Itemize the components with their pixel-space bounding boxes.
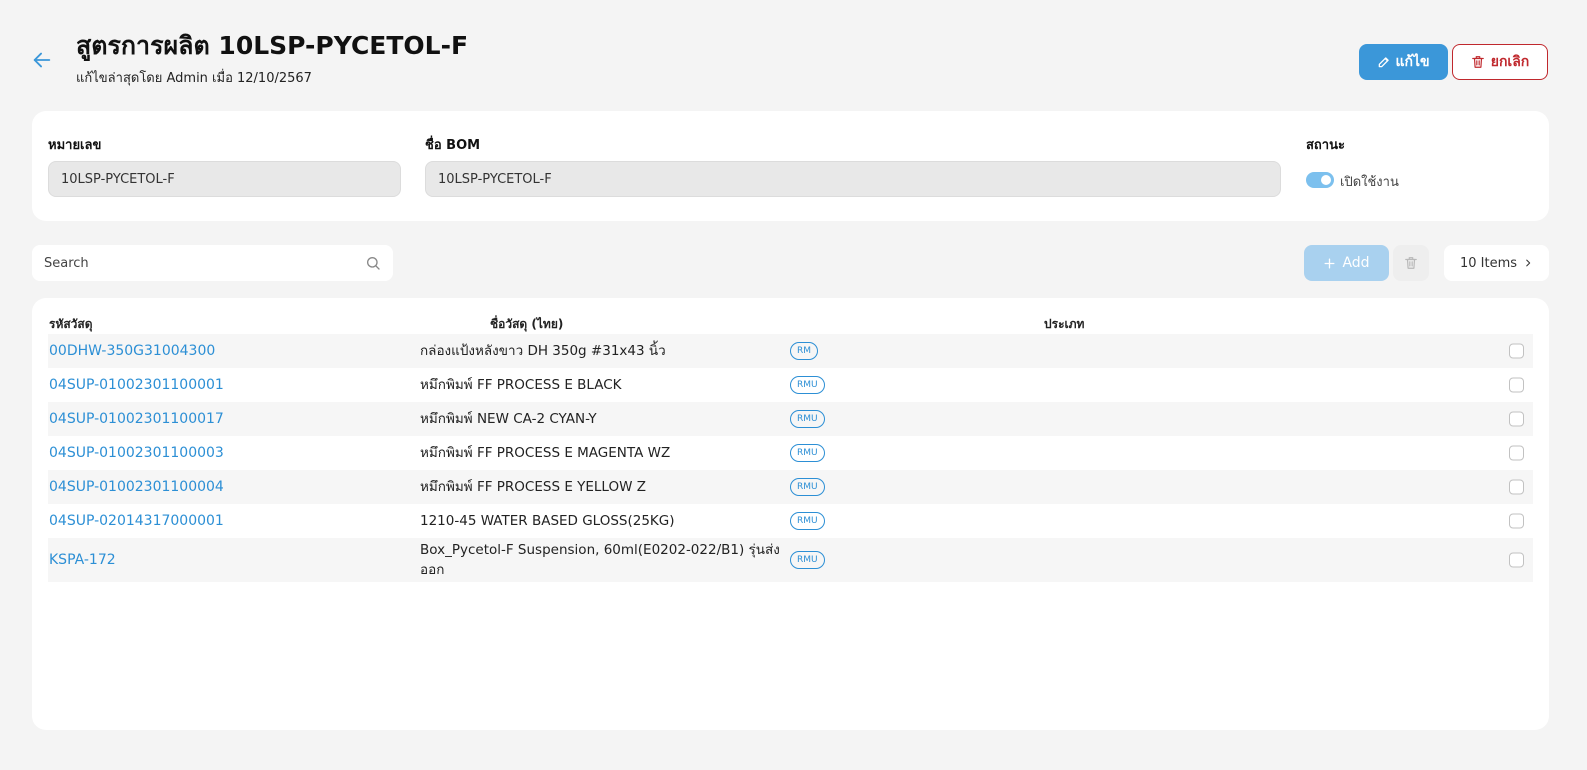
status-label: สถานะ bbox=[1306, 138, 1345, 153]
materials-table: รหัสวัสดุ ชื่อวัสดุ (ไทย) ประเภท 00DHW-3… bbox=[32, 298, 1549, 730]
type-badge: RM bbox=[790, 342, 819, 360]
type-badge: RMU bbox=[790, 551, 825, 569]
table-body: 00DHW-350G31004300 กล่องแป้งหลังขาว DH 3… bbox=[48, 334, 1533, 582]
material-code-link[interactable]: 04SUP-01002301100003 bbox=[49, 445, 224, 461]
bom-detail-page: สูตรการผลิต 10LSP-PYCETOL-F แก้ไขล่าสุดโ… bbox=[0, 0, 1587, 770]
cancel-button-label: ยกเลิก bbox=[1490, 54, 1530, 70]
items-count-button[interactable]: 10 Items bbox=[1444, 245, 1549, 281]
status-toggle[interactable] bbox=[1306, 172, 1334, 188]
table-row[interactable]: KSPA-172 Box_Pycetol-F Suspension, 60ml(… bbox=[48, 538, 1533, 582]
items-count-label: 10 Items bbox=[1459, 255, 1518, 271]
material-name: หมึกพิมพ์ FF PROCESS E BLACK bbox=[420, 377, 622, 393]
arrow-left-icon bbox=[33, 52, 51, 68]
search-input[interactable] bbox=[44, 255, 344, 271]
bom-name-label: ชื่อ BOM bbox=[425, 138, 481, 153]
material-name: 1210-45 WATER BASED GLOSS(25KG) bbox=[420, 513, 675, 529]
table-row[interactable]: 04SUP-01002301100017 หมึกพิมพ์ NEW CA-2 … bbox=[48, 402, 1533, 436]
row-checkbox[interactable] bbox=[1509, 377, 1524, 393]
row-checkbox[interactable] bbox=[1509, 343, 1524, 359]
chevron-right-icon bbox=[1526, 259, 1531, 267]
material-name: หมึกพิมพ์ FF PROCESS E YELLOW Z bbox=[420, 479, 646, 495]
edit-button-label: แก้ไข bbox=[1395, 54, 1430, 70]
type-badge: RMU bbox=[790, 444, 825, 462]
row-checkbox[interactable] bbox=[1509, 411, 1524, 427]
material-name: หมึกพิมพ์ NEW CA-2 CYAN-Y bbox=[420, 411, 597, 427]
column-header-name: ชื่อวัสดุ (ไทย) bbox=[490, 317, 564, 331]
table-row[interactable]: 04SUP-01002301100003 หมึกพิมพ์ FF PROCES… bbox=[48, 436, 1533, 470]
trash-icon bbox=[1405, 257, 1417, 269]
type-badge: RMU bbox=[790, 512, 825, 530]
edit-button[interactable]: แก้ไข bbox=[1359, 44, 1448, 80]
page-title: สูตรการผลิต 10LSP-PYCETOL-F bbox=[76, 31, 469, 60]
cancel-button[interactable]: ยกเลิก bbox=[1452, 44, 1548, 80]
status-toggle-label: เปิดใช้งาน bbox=[1340, 175, 1399, 190]
column-header-code: รหัสวัสดุ bbox=[49, 317, 93, 331]
material-code-link[interactable]: 04SUP-02014317000001 bbox=[49, 513, 224, 529]
table-row[interactable]: 04SUP-01002301100001 หมึกพิมพ์ FF PROCES… bbox=[48, 368, 1533, 402]
row-checkbox[interactable] bbox=[1509, 513, 1524, 529]
row-checkbox[interactable] bbox=[1509, 552, 1524, 568]
material-code-link[interactable]: 04SUP-01002301100017 bbox=[49, 411, 224, 427]
add-button[interactable]: Add bbox=[1304, 245, 1389, 281]
row-checkbox[interactable] bbox=[1509, 479, 1524, 495]
type-badge: RMU bbox=[790, 478, 825, 496]
material-name: กล่องแป้งหลังขาว DH 350g #31x43 นิ้ว bbox=[420, 343, 666, 359]
material-name: Box_Pycetol-F Suspension, 60ml(E0202-022… bbox=[420, 542, 780, 578]
pencil-icon bbox=[1379, 57, 1390, 68]
table-row[interactable]: 04SUP-02014317000001 1210-45 WATER BASED… bbox=[48, 504, 1533, 538]
plus-icon bbox=[1324, 258, 1335, 268]
material-code-link[interactable]: 04SUP-01002301100004 bbox=[49, 479, 224, 495]
number-label: หมายเลข bbox=[48, 138, 102, 153]
trash-icon bbox=[1471, 56, 1484, 68]
delete-selected-button[interactable] bbox=[1393, 245, 1429, 281]
type-badge: RMU bbox=[790, 376, 825, 394]
number-field: 10LSP-PYCETOL-F bbox=[48, 161, 401, 197]
material-code-link[interactable]: 04SUP-01002301100001 bbox=[49, 377, 224, 393]
search-icon[interactable] bbox=[365, 255, 381, 271]
table-row[interactable]: 04SUP-01002301100004 หมึกพิมพ์ FF PROCES… bbox=[48, 470, 1533, 504]
bom-info-card: หมายเลข 10LSP-PYCETOL-F ชื่อ BOM 10LSP-P… bbox=[32, 111, 1549, 221]
last-edited-info: แก้ไขล่าสุดโดย Admin เมื่อ 12/10/2567 bbox=[76, 71, 312, 86]
row-checkbox[interactable] bbox=[1509, 445, 1524, 461]
type-badge: RMU bbox=[790, 410, 825, 428]
table-row[interactable]: 00DHW-350G31004300 กล่องแป้งหลังขาว DH 3… bbox=[48, 334, 1533, 368]
back-button[interactable] bbox=[28, 46, 56, 74]
column-header-type: ประเภท bbox=[1044, 317, 1085, 331]
material-code-link[interactable]: 00DHW-350G31004300 bbox=[49, 343, 215, 359]
add-button-label: Add bbox=[1342, 255, 1370, 271]
material-code-link[interactable]: KSPA-172 bbox=[49, 552, 116, 568]
material-name: หมึกพิมพ์ FF PROCESS E MAGENTA WZ bbox=[420, 445, 671, 461]
bom-name-field: 10LSP-PYCETOL-F bbox=[425, 161, 1281, 197]
search-box bbox=[32, 245, 393, 281]
